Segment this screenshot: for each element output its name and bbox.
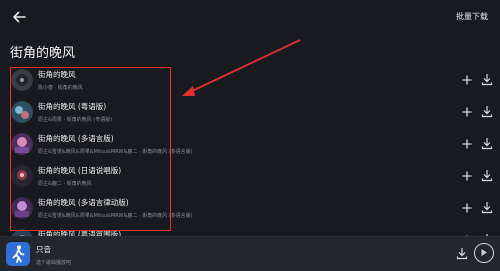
download-icon[interactable] [481, 137, 493, 150]
arrow-left-icon[interactable] [10, 8, 28, 26]
now-playing-title: 只音 [36, 245, 51, 254]
list-item[interactable]: 街角的晚风 (粤语版) 原主&周果 · 街角的晚风 (粤语版) [0, 96, 500, 128]
song-subtitle: 原主&雪诺&晚风&周果&Mitsu&MRW&鹿二 · 街角的晚风 (多语言版) [38, 149, 193, 155]
batch-download-button[interactable]: 批量下载 [456, 11, 488, 22]
download-icon[interactable] [456, 247, 468, 260]
download-icon[interactable] [481, 169, 493, 182]
plus-icon[interactable] [461, 202, 473, 214]
play-button[interactable] [474, 243, 494, 263]
album-thumbnail [11, 101, 33, 123]
plus-icon[interactable] [461, 106, 473, 118]
play-icon [481, 249, 487, 256]
list-item[interactable]: 街角的晚风 (日语说唱版) 原主&鹿二 · 街角的晚风 [0, 160, 500, 192]
walking-person-icon [6, 242, 30, 266]
album-thumbnail [11, 165, 33, 187]
song-title: 街角的晚风 (多语言律动版) [38, 198, 129, 207]
song-subtitle: 原主&雪诺&晚风&周果&Mitsu&MRW&鹿二 · 街角的晚风 (多语言版) [38, 213, 193, 219]
player-bar[interactable]: 只音 选个歌曲播放吧 [0, 236, 500, 271]
song-title: 街角的晚风 [38, 70, 76, 79]
now-playing-subtitle: 选个歌曲播放吧 [36, 260, 72, 266]
download-icon[interactable] [481, 73, 493, 86]
top-bar: 批量下载 [0, 0, 500, 34]
plus-icon[interactable] [461, 170, 473, 182]
song-subtitle: 陈小春 · 街角的晚风 [38, 85, 83, 91]
song-subtitle: 原主&周果 · 街角的晚风 (粤语版) [38, 117, 113, 123]
list-item[interactable]: 街角的晚风 (多语言律动版) 原主&雪诺&晚风&周果&Mitsu&MRW&鹿二 … [0, 192, 500, 224]
song-title: 街角的晚风 (日语说唱版) [38, 166, 122, 175]
plus-icon[interactable] [461, 74, 473, 86]
plus-icon[interactable] [461, 138, 473, 150]
list-item[interactable]: 街角的晚风 (多语言版) 原主&雪诺&晚风&周果&Mitsu&MRW&鹿二 · … [0, 128, 500, 160]
song-subtitle: 原主&鹿二 · 街角的晚风 [38, 181, 92, 187]
song-title: 街角的晚风 (粤语版) [38, 102, 107, 111]
download-icon[interactable] [481, 201, 493, 214]
song-list: 街角的晚风 陈小春 · 街角的晚风 街角的晚风 (粤语版) 原主&周果 · 街角… [0, 64, 500, 256]
album-thumbnail [11, 69, 33, 91]
download-icon[interactable] [481, 105, 493, 118]
album-thumbnail [11, 133, 33, 155]
album-thumbnail [11, 197, 33, 219]
list-item[interactable]: 街角的晚风 陈小春 · 街角的晚风 [0, 64, 500, 96]
song-title: 街角的晚风 (多语言版) [38, 134, 114, 143]
page-title: 街角的晚风 [10, 46, 76, 61]
